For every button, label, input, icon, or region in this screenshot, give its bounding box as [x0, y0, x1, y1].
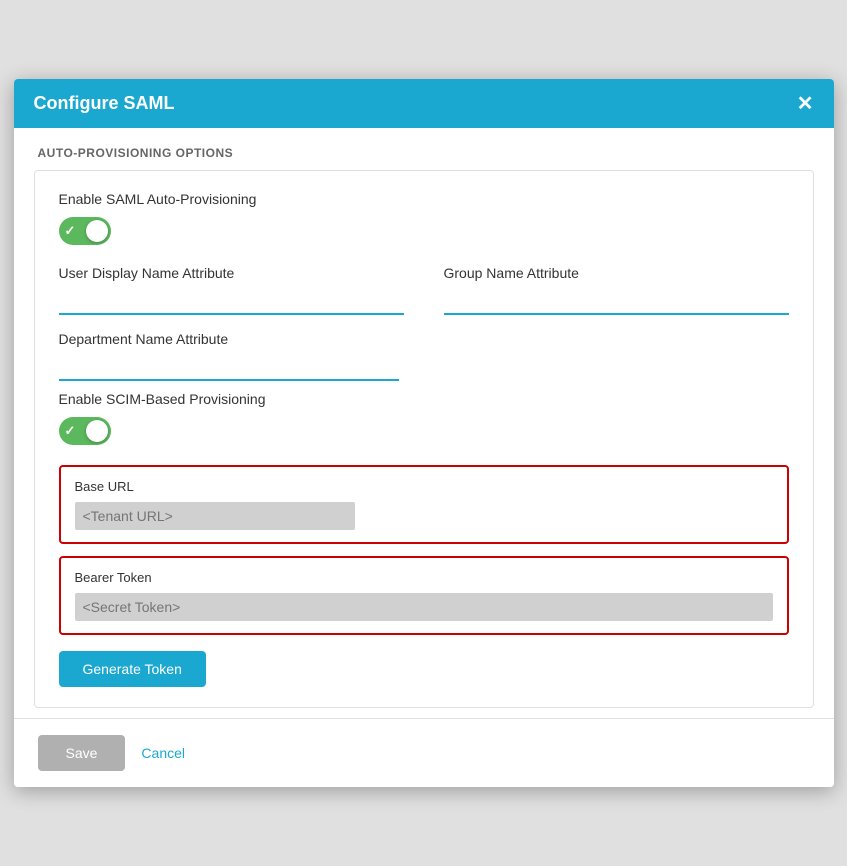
- group-name-group: Group Name Attribute: [444, 265, 789, 315]
- base-url-label: Base URL: [75, 479, 773, 494]
- auto-provisioning-card: Enable SAML Auto-Provisioning ✓ User Dis…: [34, 170, 814, 708]
- dialog-footer: Save Cancel: [14, 718, 834, 787]
- dialog-title: Configure SAML: [34, 93, 175, 114]
- close-button[interactable]: ✕: [797, 94, 814, 114]
- bearer-token-input[interactable]: [75, 593, 773, 621]
- enable-saml-label: Enable SAML Auto-Provisioning: [59, 191, 789, 207]
- toggle-track: ✓: [59, 217, 111, 245]
- scim-toggle-thumb: [86, 420, 108, 442]
- department-name-group: Department Name Attribute: [59, 331, 399, 381]
- dialog-header: Configure SAML ✕: [14, 79, 834, 128]
- toggle-check-icon: ✓: [65, 223, 76, 239]
- group-name-input[interactable]: [444, 289, 789, 315]
- save-button[interactable]: Save: [38, 735, 126, 771]
- configure-saml-dialog: Configure SAML ✕ AUTO-PROVISIONING OPTIO…: [14, 79, 834, 787]
- generate-token-button[interactable]: Generate Token: [59, 651, 206, 687]
- user-display-name-group: User Display Name Attribute: [59, 265, 404, 315]
- base-url-input[interactable]: [75, 502, 355, 530]
- section-label-auto-provisioning: AUTO-PROVISIONING OPTIONS: [14, 128, 834, 170]
- base-url-field: Base URL: [59, 465, 789, 544]
- user-display-name-input[interactable]: [59, 289, 404, 315]
- user-display-name-label: User Display Name Attribute: [59, 265, 404, 281]
- enable-scim-toggle[interactable]: ✓: [59, 417, 111, 445]
- scim-toggle-track: ✓: [59, 417, 111, 445]
- enable-saml-row: Enable SAML Auto-Provisioning ✓: [59, 191, 789, 245]
- department-name-label: Department Name Attribute: [59, 331, 399, 347]
- cancel-button[interactable]: Cancel: [141, 745, 185, 761]
- dialog-body: AUTO-PROVISIONING OPTIONS Enable SAML Au…: [14, 128, 834, 718]
- department-name-input[interactable]: [59, 355, 399, 381]
- enable-saml-toggle[interactable]: ✓: [59, 217, 111, 245]
- attributes-row-1: User Display Name Attribute Group Name A…: [59, 265, 789, 315]
- enable-saml-toggle-container: ✓: [59, 217, 789, 245]
- bearer-token-label: Bearer Token: [75, 570, 773, 585]
- enable-scim-row: Enable SCIM-Based Provisioning ✓: [59, 391, 789, 445]
- toggle-thumb: [86, 220, 108, 242]
- attributes-row-2: Department Name Attribute: [59, 331, 789, 381]
- scim-toggle-check-icon: ✓: [65, 423, 76, 439]
- enable-scim-label: Enable SCIM-Based Provisioning: [59, 391, 789, 407]
- group-name-label: Group Name Attribute: [444, 265, 789, 281]
- enable-scim-toggle-container: ✓: [59, 417, 789, 445]
- bearer-token-field: Bearer Token: [59, 556, 789, 635]
